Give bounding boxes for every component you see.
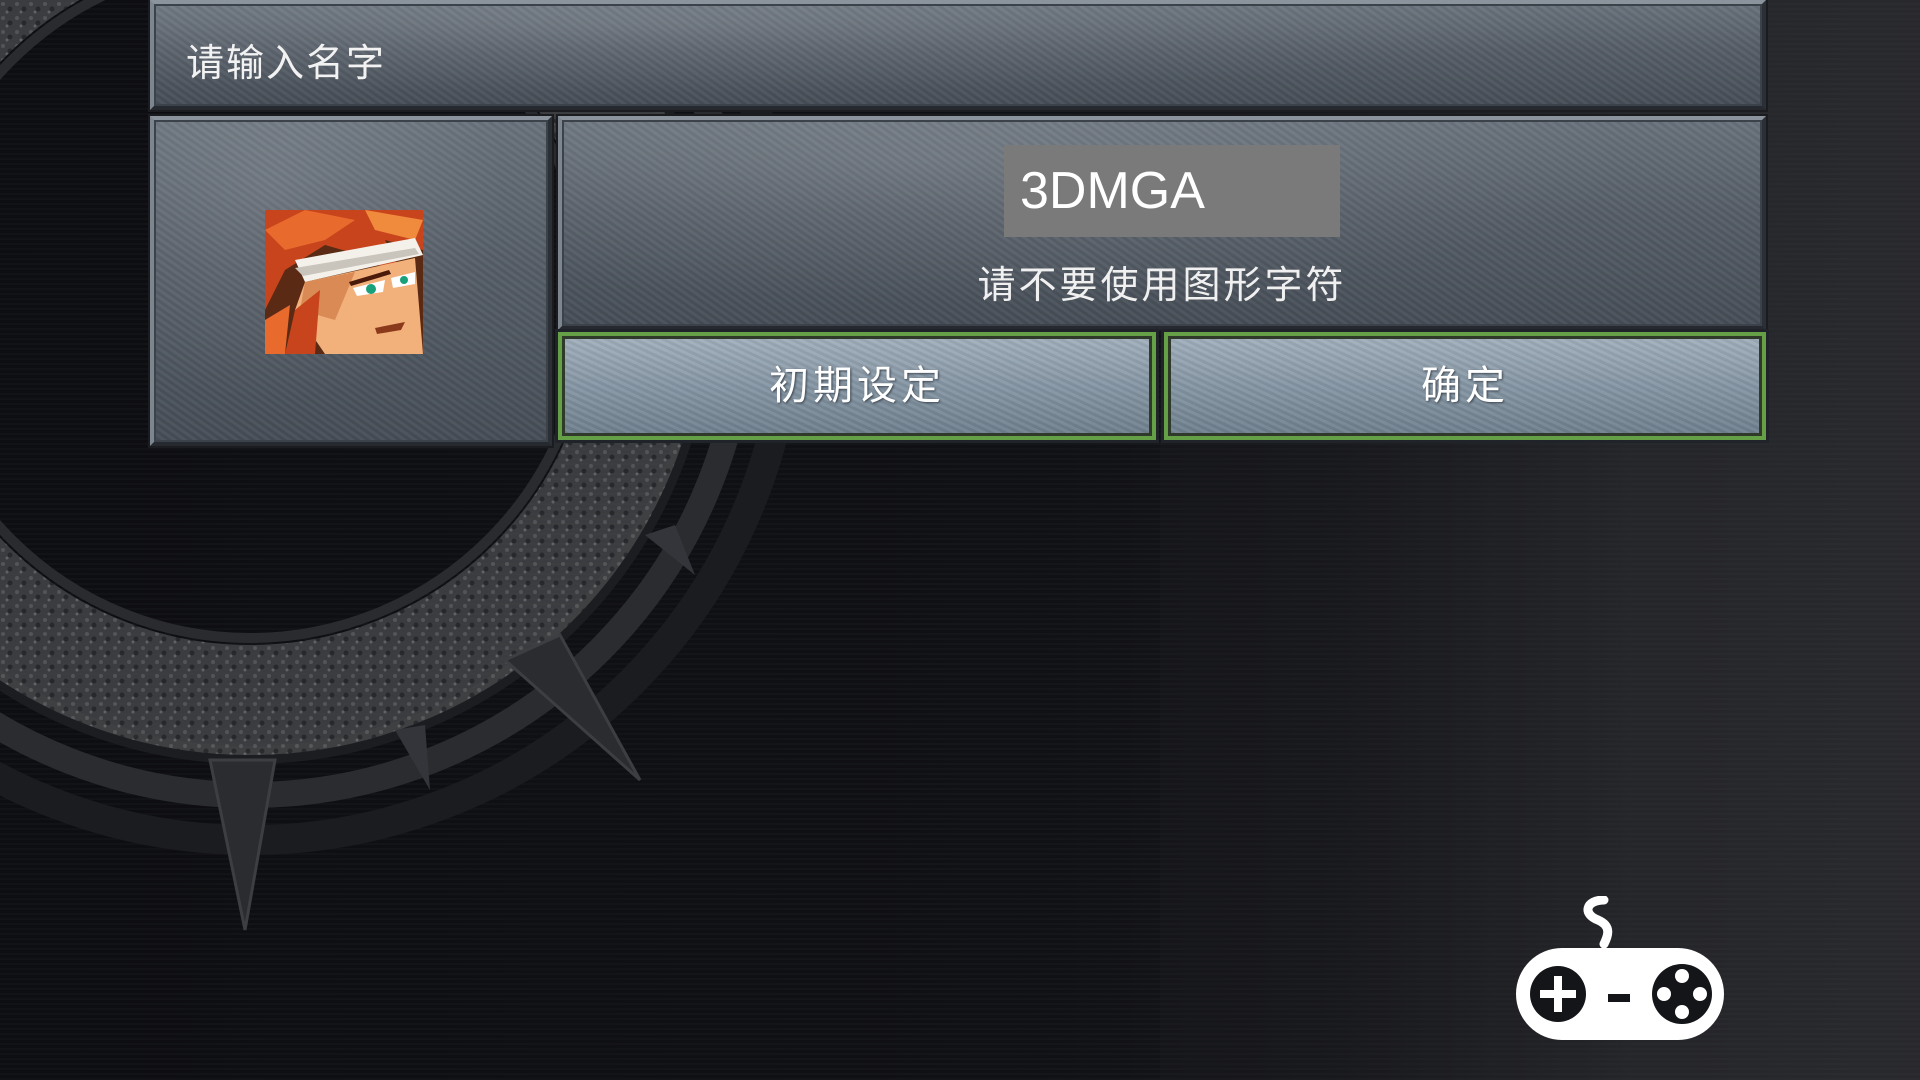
hint-text: 请不要使用图形字符 — [977, 263, 1347, 307]
name-entry-panel: 请不要使用图形字符 — [558, 116, 1766, 330]
gamepad-icon[interactable] — [1512, 896, 1728, 1046]
character-portrait — [265, 210, 423, 354]
confirm-button[interactable]: 确定 — [1164, 332, 1766, 440]
reset-default-button[interactable]: 初期设定 — [558, 332, 1156, 440]
portrait-panel — [150, 116, 552, 446]
game-screen: 请输入名字 3DMGA 请不要使用图形字符 初期设定 确定 — [0, 0, 1920, 1080]
dialog-title: 请输入名字 — [186, 41, 387, 85]
name-input[interactable] — [1004, 145, 1340, 237]
title-bar: 请输入名字 — [150, 0, 1766, 110]
